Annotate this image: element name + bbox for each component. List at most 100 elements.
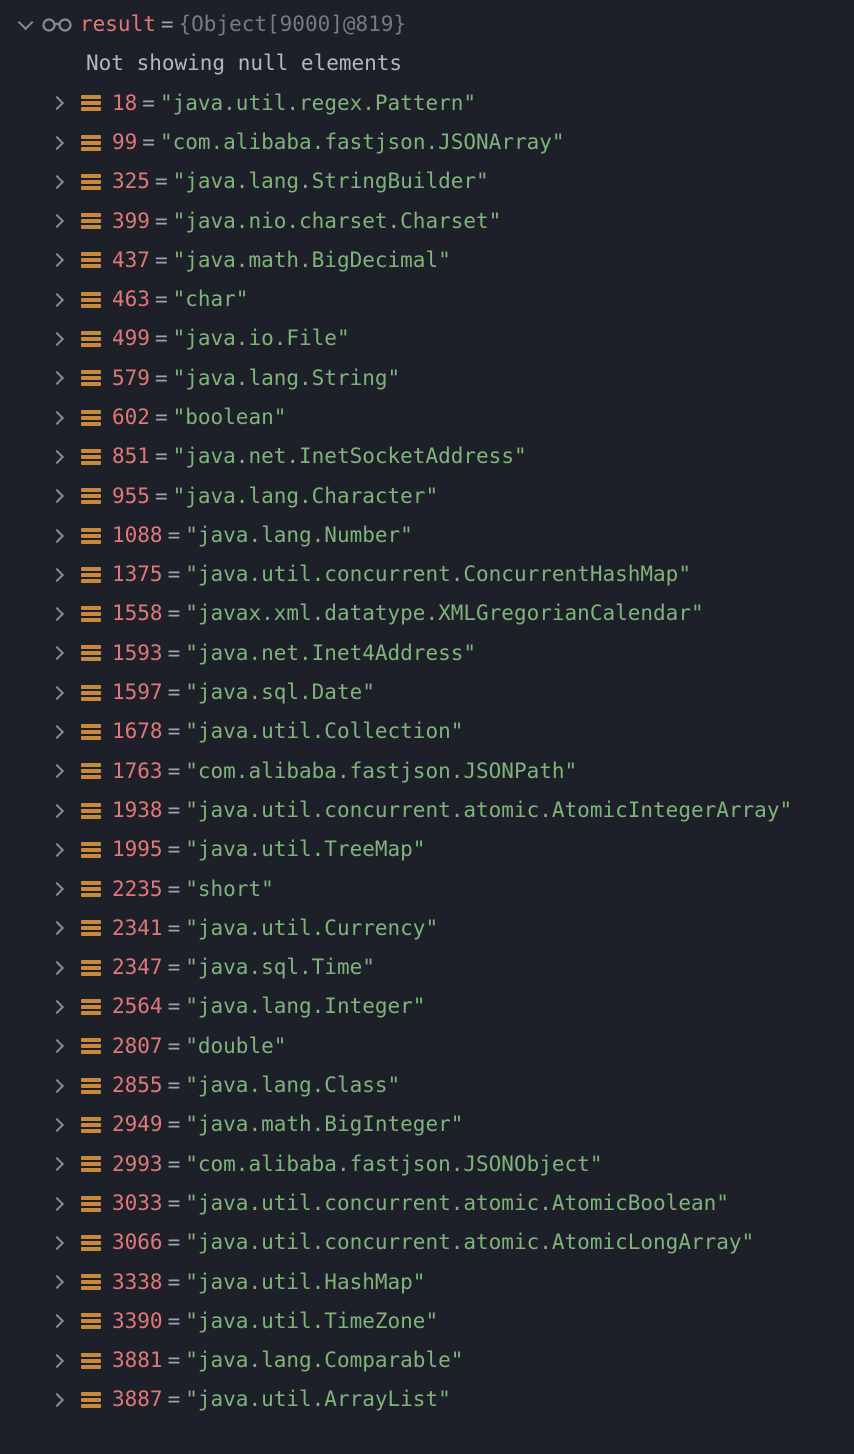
variable-name: result (80, 5, 156, 44)
array-entry-row[interactable]: 3390 = "java.util.TimeZone" (0, 1302, 854, 1341)
array-entry-row[interactable]: 3881 = "java.lang.Comparable" (0, 1341, 854, 1380)
array-element-icon (81, 173, 101, 191)
array-entry-row[interactable]: 463 = "char" (0, 280, 854, 319)
array-entry-row[interactable]: 399 = "java.nio.charset.Charset" (0, 201, 854, 240)
equals-sign: = (168, 1341, 181, 1380)
equals-sign: = (168, 1184, 181, 1223)
entry-index: 2235 (112, 870, 163, 909)
entry-index: 325 (112, 162, 150, 201)
chevron-right-icon (50, 882, 64, 896)
type-info: {Object[9000]@819} (179, 5, 407, 44)
array-entry-row[interactable]: 3338 = "java.util.HashMap" (0, 1263, 854, 1302)
array-entry-row[interactable]: 99 = "com.alibaba.fastjson.JSONArray" (0, 123, 854, 162)
array-element-icon (81, 1273, 101, 1291)
entry-value: "java.lang.Character" (173, 477, 439, 516)
array-entry-row[interactable]: 1678 = "java.util.Collection" (0, 712, 854, 751)
equals-sign: = (155, 437, 168, 476)
entry-value: "boolean" (173, 398, 287, 437)
array-entry-row[interactable]: 1088 = "java.lang.Number" (0, 516, 854, 555)
entry-value: "char" (173, 280, 249, 319)
array-element-icon (81, 1037, 101, 1055)
entry-value: "java.sql.Time" (185, 948, 375, 987)
chevron-right-icon (50, 1157, 64, 1171)
array-entry-row[interactable]: 955 = "java.lang.Character" (0, 477, 854, 516)
array-entry-row[interactable]: 2564 = "java.lang.Integer" (0, 987, 854, 1026)
array-entry-row[interactable]: 1593 = "java.net.Inet4Address" (0, 634, 854, 673)
equals-sign: = (168, 634, 181, 673)
array-entry-row[interactable]: 1375 = "java.util.concurrent.ConcurrentH… (0, 555, 854, 594)
root-variable-row[interactable]: result = {Object[9000]@819} (0, 5, 854, 44)
entry-index: 3881 (112, 1341, 163, 1380)
equals-sign: = (168, 791, 181, 830)
entry-value: "java.lang.Number" (185, 516, 413, 555)
entry-value: "java.lang.String" (173, 359, 401, 398)
array-element-icon (81, 644, 101, 662)
array-entry-row[interactable]: 1938 = "java.util.concurrent.atomic.Atom… (0, 791, 854, 830)
equals-sign: = (168, 712, 181, 751)
equals-sign: = (155, 359, 168, 398)
array-entry-row[interactable]: 579 = "java.lang.String" (0, 359, 854, 398)
equals-sign: = (168, 1302, 181, 1341)
chevron-down-icon (18, 15, 34, 31)
entry-value: "com.alibaba.fastjson.JSONArray" (160, 123, 565, 162)
equals-sign: = (168, 1380, 181, 1419)
array-entry-row[interactable]: 3066 = "java.util.concurrent.atomic.Atom… (0, 1223, 854, 1262)
array-element-icon (81, 409, 101, 427)
array-entry-row[interactable]: 1995 = "java.util.TreeMap" (0, 830, 854, 869)
chevron-right-icon (50, 843, 64, 857)
array-entry-row[interactable]: 2993 = "com.alibaba.fastjson.JSONObject" (0, 1145, 854, 1184)
array-entry-row[interactable]: 1763 = "com.alibaba.fastjson.JSONPath" (0, 752, 854, 791)
array-entry-row[interactable]: 2341 = "java.util.Currency" (0, 909, 854, 948)
watch-glasses-icon (42, 17, 72, 33)
array-element-icon (81, 841, 101, 859)
array-element-icon (81, 330, 101, 348)
array-entry-row[interactable]: 499 = "java.io.File" (0, 319, 854, 358)
entry-index: 399 (112, 202, 150, 241)
array-entry-row[interactable]: 325 = "java.lang.StringBuilder" (0, 162, 854, 201)
array-element-icon (81, 1155, 101, 1173)
array-element-icon (81, 94, 101, 112)
chevron-right-icon (50, 646, 64, 660)
array-element-icon (81, 959, 101, 977)
equals-sign: = (168, 870, 181, 909)
equals-sign: = (168, 1263, 181, 1302)
array-element-icon (81, 134, 101, 152)
array-entry-row[interactable]: 2807 = "double" (0, 1027, 854, 1066)
entry-index: 3390 (112, 1302, 163, 1341)
entry-value: "java.math.BigDecimal" (173, 241, 451, 280)
entry-value: "short" (185, 870, 274, 909)
array-entry-row[interactable]: 2347 = "java.sql.Time" (0, 948, 854, 987)
array-element-icon (81, 762, 101, 780)
array-entry-row[interactable]: 18 = "java.util.regex.Pattern" (0, 84, 854, 123)
equals-sign: = (168, 1066, 181, 1105)
entry-value: "java.util.HashMap" (185, 1263, 425, 1302)
chevron-right-icon (50, 528, 64, 542)
array-entry-row[interactable]: 437 = "java.math.BigDecimal" (0, 241, 854, 280)
array-entry-row[interactable]: 2855 = "java.lang.Class" (0, 1066, 854, 1105)
array-element-icon (81, 1195, 101, 1213)
array-entry-row[interactable]: 2949 = "java.math.BigInteger" (0, 1105, 854, 1144)
chevron-right-icon (50, 1236, 64, 1250)
chevron-right-icon (50, 1000, 64, 1014)
chevron-right-icon (50, 1079, 64, 1093)
entry-value: "java.util.TimeZone" (185, 1302, 438, 1341)
chevron-right-icon (50, 764, 64, 778)
equals-sign: = (155, 477, 168, 516)
equals-sign: = (155, 162, 168, 201)
equals-sign: = (168, 594, 181, 633)
array-entry-row[interactable]: 3033 = "java.util.concurrent.atomic.Atom… (0, 1184, 854, 1223)
array-entry-row[interactable]: 2235 = "short" (0, 870, 854, 909)
entry-value: "java.util.concurrent.atomic.AtomicLongA… (185, 1223, 754, 1262)
array-entry-row[interactable]: 602 = "boolean" (0, 398, 854, 437)
equals-sign: = (168, 673, 181, 712)
chevron-right-icon (50, 96, 64, 110)
chevron-right-icon (50, 135, 64, 149)
array-entry-row[interactable]: 851 = "java.net.InetSocketAddress" (0, 437, 854, 476)
chevron-right-icon (50, 1393, 64, 1407)
array-entry-row[interactable]: 3887 = "java.util.ArrayList" (0, 1380, 854, 1419)
array-entry-row[interactable]: 1558 = "javax.xml.datatype.XMLGregorianC… (0, 594, 854, 633)
array-entry-row[interactable]: 1597 = "java.sql.Date" (0, 673, 854, 712)
equals-sign: = (168, 830, 181, 869)
array-element-icon (81, 998, 101, 1016)
entry-index: 1938 (112, 791, 163, 830)
